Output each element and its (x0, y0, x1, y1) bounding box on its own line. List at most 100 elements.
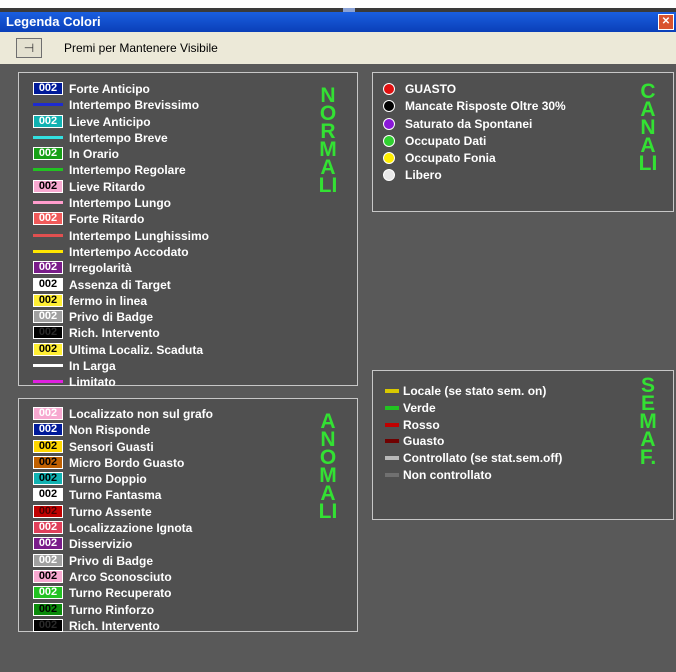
legend-label: Lieve Ritardo (69, 179, 146, 194)
legend-label: Saturato da Spontanei (405, 116, 533, 131)
legend-label: Ultima Localiz. Scaduta (69, 342, 204, 357)
legend-label: Rich. Intervento (69, 326, 160, 341)
legend-label: Limitato (69, 375, 116, 390)
pin-button[interactable]: ⊣ (16, 38, 42, 58)
code-badge: 002 (33, 179, 63, 193)
line-swatch (33, 135, 63, 139)
dash-swatch (385, 422, 399, 427)
legend-label: Forte Ritardo (69, 212, 145, 227)
legend-label: Intertempo Lunghissimo (69, 228, 210, 243)
dash-swatch (385, 405, 399, 410)
code-badge: 002 (33, 455, 63, 469)
dash-swatch (385, 439, 399, 444)
legend-label: Non controllato (403, 467, 492, 482)
legend-label: In Orario (69, 147, 120, 162)
legend-label: Guasto (403, 434, 445, 449)
status-dot-icon (383, 152, 395, 165)
legend-label: Turno Doppio (69, 472, 147, 487)
close-icon[interactable]: ✕ (658, 14, 674, 30)
legend-label: Forte Anticipo (69, 82, 150, 96)
dash-swatch (385, 389, 399, 393)
code-badge: 002 (33, 407, 63, 420)
pin-icon: ⊣ (23, 41, 35, 55)
window-title: Legenda Colori (6, 14, 101, 29)
legend-label: Localizzazione Ignota (69, 521, 193, 536)
semaf-title: SEMAF. (639, 374, 657, 469)
legend-label: Locale (se stato sem. on) (403, 384, 547, 398)
code-badge: 002 (33, 212, 63, 226)
code-badge: 002 (33, 488, 63, 502)
toolbar: ⊣ Premi per Mantenere Visibile (0, 32, 676, 65)
legend-label: Intertempo Brevissimo (69, 98, 200, 113)
code-badge: 002 (33, 586, 63, 600)
legend-label: Lieve Anticipo (69, 114, 151, 129)
legend-content: 002 Forte Anticipo Intertempo Brevissimo 00… (0, 64, 676, 672)
legend-label: Localizzato non sul grafo (69, 407, 214, 421)
legend-label: Intertempo Regolare (69, 163, 186, 178)
legend-label: Turno Rinforzo (69, 602, 155, 617)
legend-label: Irregolarità (69, 261, 132, 276)
legend-label: Controllato (se stat.sem.off) (403, 451, 563, 466)
legend-label: Non Risponde (69, 423, 151, 438)
legend-label: fermo in linea (69, 293, 148, 308)
status-dot-icon (383, 117, 395, 130)
line-swatch (33, 233, 63, 237)
legend-label: In Larga (69, 359, 116, 374)
code-badge: 002 (33, 326, 63, 340)
dash-swatch (385, 472, 399, 477)
line-swatch (33, 364, 63, 368)
semaf-panel: Locale (se stato sem. on) Verde Rosso Guast… (372, 370, 674, 520)
code-badge: 002 (33, 569, 63, 583)
canali-title: CANALI (638, 80, 658, 175)
code-badge: 002 (33, 521, 63, 535)
legend-label: Turno Recuperato (69, 586, 172, 601)
legend-label: Intertempo Accodato (69, 244, 189, 259)
code-badge: 002 (33, 293, 63, 307)
legend-label: Sensori Guasti (69, 439, 154, 454)
code-badge: 002 (33, 147, 63, 161)
code-badge: 002 (33, 423, 63, 437)
line-swatch (33, 201, 63, 205)
code-badge: 002 (33, 618, 63, 632)
code-badge: 002 (33, 277, 63, 291)
code-badge: 002 (33, 537, 63, 551)
status-dot-icon (383, 83, 395, 95)
status-dot-icon (383, 100, 395, 113)
line-swatch (33, 380, 63, 384)
legend-label: Occupato Fonia (405, 151, 496, 166)
legend-label: Disservizio (69, 537, 133, 552)
legend-label: Occupato Dati (405, 133, 487, 148)
top-strip (0, 0, 676, 12)
legend-label: GUASTO (405, 82, 457, 96)
legend-label: Turno Assente (69, 504, 152, 519)
legend-label: Rosso (403, 417, 440, 432)
line-swatch (33, 249, 63, 253)
line-swatch (33, 168, 63, 172)
code-badge: 002 (33, 310, 63, 324)
anomali-title: ANOMALI (318, 410, 338, 523)
legend-label: Verde (403, 400, 436, 415)
line-swatch (33, 103, 63, 107)
code-badge: 002 (33, 261, 63, 275)
dash-swatch (385, 456, 399, 461)
legend-label: Micro Bordo Guasto (69, 455, 185, 470)
anomali-panel: 002 Localizzato non sul grafo 002 Non Rispo… (18, 398, 358, 633)
code-badge: 002 (33, 472, 63, 486)
code-badge: 002 (33, 114, 63, 128)
code-badge: 002 (33, 439, 63, 453)
legend-label: Turno Fantasma (69, 488, 162, 503)
legend-label: Privo di Badge (69, 310, 154, 325)
status-dot-icon (383, 169, 395, 182)
legend-label: Libero (405, 168, 442, 183)
legend-label: Assenza di Target (69, 277, 171, 292)
code-badge: 002 (33, 342, 63, 356)
normali-panel: 002 Forte Anticipo Intertempo Brevissimo 00… (18, 72, 358, 389)
normali-title: NORMALI (318, 84, 338, 197)
legend-label: Intertempo Breve (69, 130, 168, 145)
legend-label: Arco Sconosciuto (69, 569, 172, 584)
status-dot-icon (383, 134, 395, 147)
window-titlebar: Legenda Colori ✕ (0, 12, 676, 32)
code-badge: 002 (33, 504, 63, 518)
legend-label: Mancate Risposte Oltre 30% (405, 99, 566, 114)
pin-label: Premi per Mantenere Visibile (64, 41, 218, 55)
